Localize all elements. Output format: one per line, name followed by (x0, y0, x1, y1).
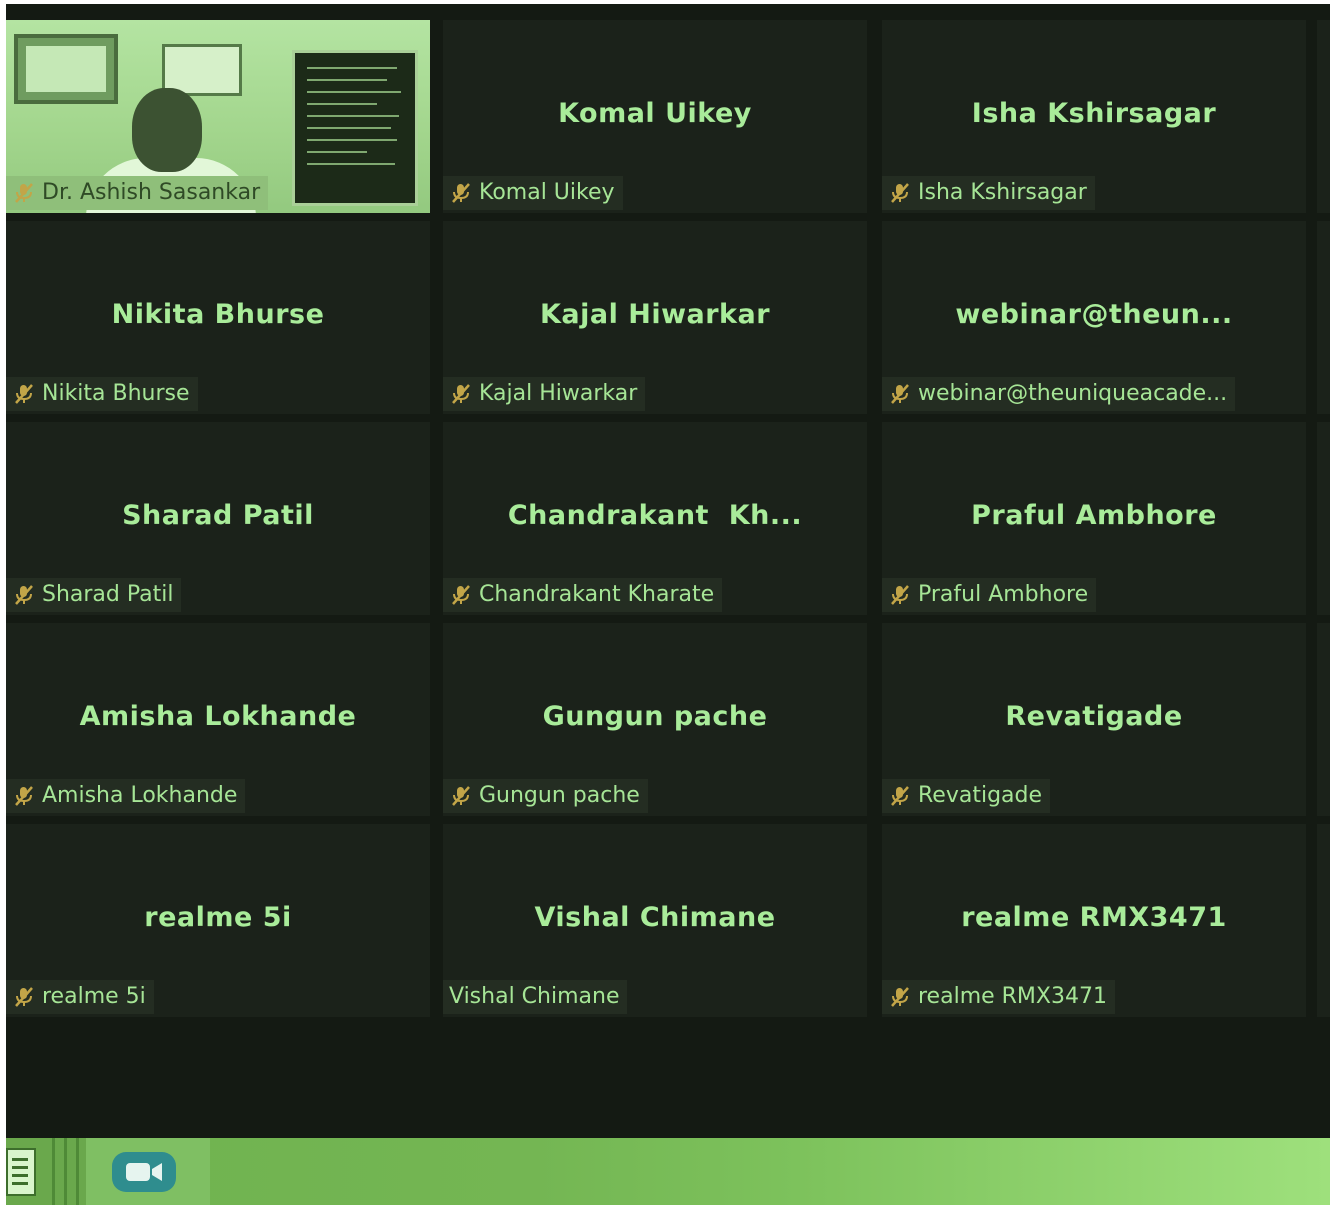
participant-tile[interactable]: Amisha Lokhande Amisha Lokhande (6, 623, 430, 816)
participant-tile[interactable]: Revatigade Revatigade (882, 623, 1306, 816)
muted-mic-icon (443, 377, 479, 411)
participant-name-label: Kajal Hiwarkar (479, 381, 638, 406)
participant-name-label: Nikita Bhurse (42, 381, 190, 406)
participant-name-label: Dr. Ashish Sasankar (42, 180, 261, 205)
notes-app-icon[interactable] (6, 1148, 36, 1196)
participant-display-name: Gungun pache (542, 701, 768, 732)
participant-display-name: Chandrakant Kh... (507, 500, 803, 531)
taskbar (6, 1138, 1330, 1205)
participant-display-name: Komal Uikey (558, 98, 752, 129)
participant-name-label: Isha Kshirsagar (918, 180, 1087, 205)
participant-display-name: Vishal Chimane (534, 902, 776, 933)
participant-name-tag: realme 5i (6, 980, 154, 1014)
participant-display-name: Kajal Hiwarkar (539, 299, 771, 330)
participant-name-tag: Praful Ambhore (882, 578, 1097, 612)
participant-tile[interactable]: Nikita Bhurse Nikita Bhurse (6, 221, 430, 414)
participant-tile[interactable]: Isha Kshirsagar Isha Kshirsagar (882, 20, 1306, 213)
participant-name-tag: Gungun pache (443, 779, 648, 813)
participant-name-label: webinar@theuniqueacade... (918, 381, 1228, 406)
participant-name-tag: webinar@theuniqueacade... (882, 377, 1236, 411)
muted-mic-icon (882, 377, 918, 411)
participant-tile[interactable]: Komal Uikey Komal Uikey (443, 20, 867, 213)
participant-name-tag: Komal Uikey (443, 176, 623, 210)
participant-tile[interactable]: Vishal Chimane Vishal Chimane (443, 824, 867, 1017)
muted-mic-icon (6, 980, 42, 1014)
participant-name-label: Gungun pache (479, 783, 640, 808)
taskbar-separator (52, 1138, 55, 1205)
muted-mic-icon (882, 980, 918, 1014)
participant-display-name: Amisha Lokhande (79, 701, 357, 732)
participant-tile-partial[interactable] (1317, 824, 1330, 1017)
participant-display-name: Nikita Bhurse (111, 299, 325, 330)
participant-name-tag: Isha Kshirsagar (882, 176, 1095, 210)
participant-display-name: webinar@theun... (955, 299, 1233, 330)
participant-name-label: realme RMX3471 (918, 984, 1107, 1009)
participant-tile[interactable]: Gungun pache Gungun pache (443, 623, 867, 816)
participant-tile[interactable]: realme 5i realme 5i (6, 824, 430, 1017)
muted-mic-icon (443, 176, 479, 210)
participant-name-tag: Chandrakant Kharate (443, 578, 723, 612)
muted-mic-icon (6, 377, 42, 411)
participant-name-label: Vishal Chimane (449, 984, 620, 1009)
participant-display-name: Sharad Patil (122, 500, 314, 531)
participant-name-tag: Sharad Patil (6, 578, 182, 612)
muted-mic-icon (882, 176, 918, 210)
participant-tile[interactable]: Sharad Patil Sharad Patil (6, 422, 430, 615)
muted-mic-icon (443, 779, 479, 813)
participant-tile[interactable]: Kajal Hiwarkar Kajal Hiwarkar (443, 221, 867, 414)
muted-mic-icon (443, 578, 479, 612)
participant-tile[interactable]: Praful Ambhore Praful Ambhore (882, 422, 1306, 615)
participant-display-name: realme 5i (144, 902, 292, 933)
participant-name-tag: Amisha Lokhande (6, 779, 246, 813)
participant-head (132, 88, 202, 172)
participant-display-name: Isha Kshirsagar (971, 98, 1217, 129)
participant-tile-video[interactable]: Dr. Ashish Sasankar (6, 20, 430, 213)
participant-display-name: realme RMX3471 (961, 902, 1227, 933)
participant-name-tag: Vishal Chimane (443, 980, 628, 1014)
participant-tile-partial[interactable] (1317, 422, 1330, 615)
muted-mic-icon (882, 779, 918, 813)
muted-mic-icon (6, 779, 42, 813)
participant-name-label: realme 5i (42, 984, 146, 1009)
participant-name-tag: realme RMX3471 (882, 980, 1115, 1014)
participant-name-label: Amisha Lokhande (42, 783, 238, 808)
wall-notice-board (292, 50, 418, 206)
participant-name-tag: Dr. Ashish Sasankar (6, 176, 269, 210)
zoom-video-icon[interactable] (112, 1152, 176, 1192)
participant-display-name: Praful Ambhore (971, 500, 1217, 531)
taskbar-separator (64, 1138, 67, 1205)
participant-name-label: Sharad Patil (42, 582, 174, 607)
participant-tile-partial[interactable] (1317, 623, 1330, 816)
participant-tile[interactable]: webinar@theun... webinar@theuniqueacade.… (882, 221, 1306, 414)
participant-tile-partial[interactable] (1317, 20, 1330, 213)
muted-mic-icon (6, 578, 42, 612)
taskbar-separator (76, 1138, 79, 1205)
participant-name-label: Praful Ambhore (918, 582, 1089, 607)
participant-tile[interactable]: Chandrakant Kh... Chandrakant Kharate (443, 422, 867, 615)
participant-tile[interactable]: realme RMX3471 realme RMX3471 (882, 824, 1306, 1017)
muted-mic-icon (6, 176, 42, 210)
participant-name-label: Komal Uikey (479, 180, 615, 205)
participant-name-tag: Kajal Hiwarkar (443, 377, 646, 411)
participant-name-label: Revatigade (918, 783, 1043, 808)
participant-name-tag: Nikita Bhurse (6, 377, 198, 411)
muted-mic-icon (882, 578, 918, 612)
participant-display-name: Revatigade (1005, 701, 1183, 732)
participant-name-label: Chandrakant Kharate (479, 582, 715, 607)
participant-tile-partial[interactable] (1317, 221, 1330, 414)
participant-name-tag: Revatigade (882, 779, 1051, 813)
wall-photo-frame (14, 34, 118, 104)
meeting-gallery-view: Dr. Ashish Sasankar Komal Uikey Komal Ui… (6, 4, 1330, 1138)
